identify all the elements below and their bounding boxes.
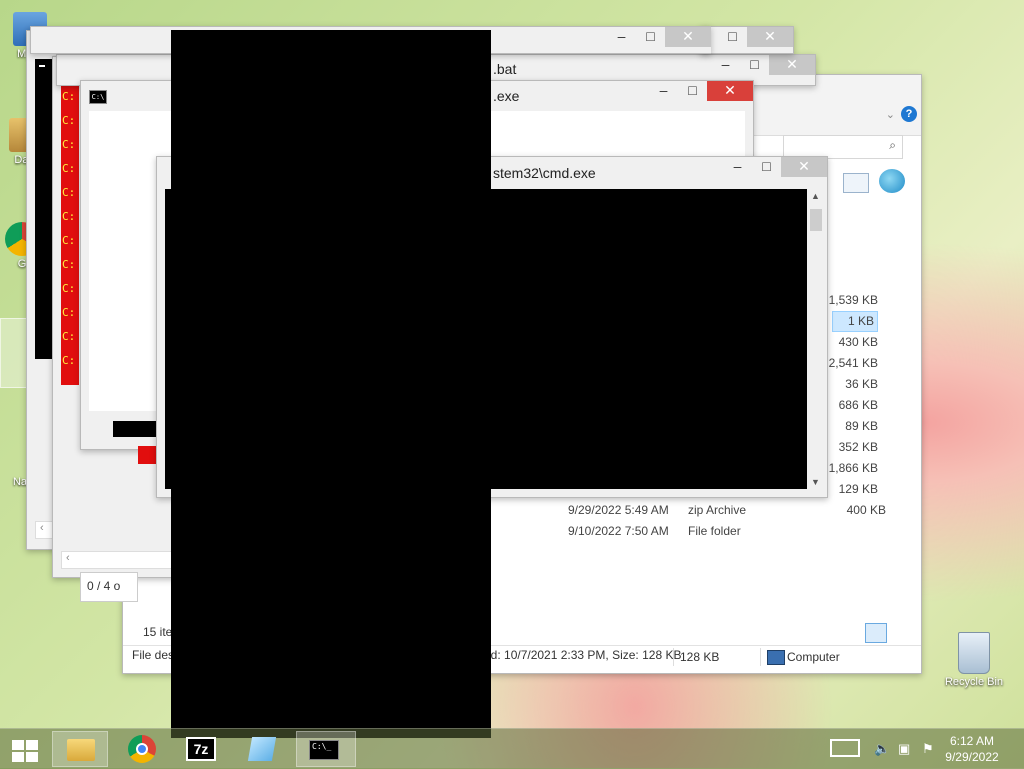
recycle-bin-icon xyxy=(958,632,990,674)
status-modified: ed: 10/7/2021 2:33 PM, Size: 128 KB xyxy=(484,648,682,662)
black-console-window[interactable] xyxy=(171,30,491,738)
taskbar-7zip[interactable]: 7z xyxy=(176,731,228,767)
item-count: 15 ite xyxy=(143,625,173,639)
window-title: .exe xyxy=(493,88,520,104)
7zip-icon: 7z xyxy=(186,737,216,761)
scroll-up-icon[interactable]: ▲ xyxy=(811,191,820,201)
window-controls: – □ ✕ xyxy=(723,157,827,177)
status-location-text: Computer xyxy=(787,650,840,664)
console-text: C: C: C: C: C: C: C: C: C: C: C: C: xyxy=(62,90,76,367)
search-icon: ⌕ xyxy=(889,138,896,152)
top-back-window-controls[interactable]: □ ✕ xyxy=(700,26,794,54)
console-output-red: C: C: C: C: C: C: C: C: C: C: C: C: xyxy=(61,85,79,385)
taskbar-cmd[interactable]: C:\_ xyxy=(296,731,356,767)
console-output xyxy=(35,59,53,359)
console-fragment xyxy=(138,446,156,464)
window-title: .bat xyxy=(493,61,517,77)
file-type: zip Archive xyxy=(688,503,747,517)
chevron-down-icon[interactable]: ⌄ xyxy=(886,108,895,121)
window-title: stem32\cmd.exe xyxy=(493,165,596,181)
date-modified: 9/10/2022 7:50 AM xyxy=(568,524,669,538)
table-row[interactable]: 9/10/2022 7:50 AM File folder xyxy=(568,521,878,542)
taskbar: 7z C:\_ 🔈 ▣ ⚑ 6:12 AM 9/29/2022 xyxy=(0,728,1024,769)
speaker-muted-icon[interactable]: 🔈 xyxy=(874,741,890,757)
cursor xyxy=(39,65,45,67)
scroll-down-icon[interactable]: ▼ xyxy=(811,477,820,487)
clock-time[interactable]: 6:12 AM xyxy=(940,734,1004,748)
taskbar-chrome[interactable] xyxy=(116,731,168,767)
maximize-button[interactable]: □ xyxy=(718,27,747,47)
taskbar-file-explorer[interactable] xyxy=(52,731,108,767)
details-view-icon[interactable] xyxy=(865,623,887,643)
window-controls: – □ ✕ xyxy=(711,55,815,75)
close-button[interactable]: ✕ xyxy=(769,55,815,75)
notepad-icon xyxy=(247,737,277,761)
mail-icon[interactable] xyxy=(843,173,869,193)
action-center-flag-icon[interactable]: ⚑ xyxy=(922,741,938,757)
status-location: Computer xyxy=(760,648,840,666)
window-controls: – □ ✕ xyxy=(607,27,711,47)
large-icons-view-icon[interactable] xyxy=(889,623,909,641)
cmd-icon: C:\ xyxy=(89,81,107,111)
help-icon[interactable]: ? xyxy=(901,106,917,122)
close-button[interactable]: ✕ xyxy=(781,157,827,177)
keyboard-icon[interactable] xyxy=(830,739,860,757)
computer-icon xyxy=(767,650,785,665)
minimize-button[interactable]: – xyxy=(607,27,636,47)
close-button[interactable]: ✕ xyxy=(665,27,711,47)
network-status-icon[interactable]: ▣ xyxy=(898,741,914,757)
cmd-icon: C:\_ xyxy=(309,740,339,760)
windows-logo-icon xyxy=(12,740,38,762)
horizontal-scrollbar[interactable]: ‹ xyxy=(61,551,187,569)
maximize-button[interactable]: □ xyxy=(636,27,665,47)
table-row[interactable]: 9/29/2022 5:49 AM zip Archive 400 KB xyxy=(568,500,886,521)
date-modified: 9/29/2022 5:49 AM xyxy=(568,503,669,517)
close-button[interactable]: ✕ xyxy=(707,81,753,101)
folder-icon xyxy=(67,739,95,761)
minimize-button[interactable]: – xyxy=(711,55,740,75)
minimize-button[interactable]: – xyxy=(723,157,752,177)
maximize-button[interactable]: □ xyxy=(752,157,781,177)
chrome-icon xyxy=(128,735,156,763)
desktop-icon-label: Recycle Bin xyxy=(944,676,1004,688)
status-description: File des xyxy=(132,648,175,662)
taskbar-notepad[interactable] xyxy=(236,731,288,767)
window-controls: □ ✕ xyxy=(718,27,793,47)
scrollbar-thumb[interactable] xyxy=(810,209,822,231)
start-button[interactable] xyxy=(0,731,48,767)
network-globe-icon[interactable] xyxy=(879,169,905,193)
close-button[interactable]: ✕ xyxy=(747,27,793,47)
window-controls: – □ ✕ xyxy=(649,81,753,101)
clock-date[interactable]: 9/29/2022 xyxy=(940,750,1004,764)
desktop-icon-recycle-bin[interactable]: Recycle Bin xyxy=(944,632,1004,688)
maximize-button[interactable]: □ xyxy=(740,55,769,75)
status-partial: 0 / 4 o xyxy=(80,572,138,602)
vertical-scrollbar[interactable]: ▲ ▼ xyxy=(809,191,823,487)
file-type: File folder xyxy=(688,524,741,538)
maximize-button[interactable]: □ xyxy=(678,81,707,101)
minimize-button[interactable]: – xyxy=(649,81,678,101)
status-size: 128 KB xyxy=(673,648,719,666)
